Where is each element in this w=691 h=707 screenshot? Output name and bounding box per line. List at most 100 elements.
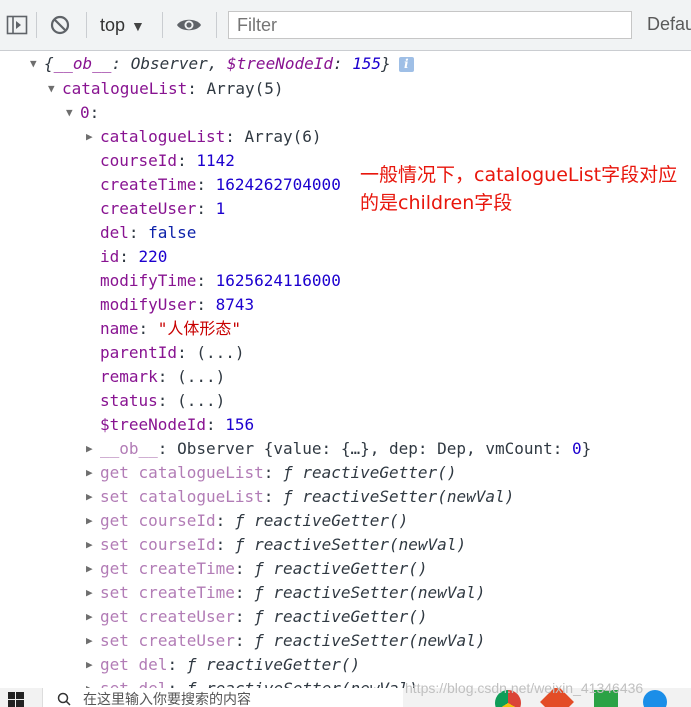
property-value: "人体形态" xyxy=(157,319,242,338)
accessor-row[interactable]: ▶ set createTime: ƒ reactiveSetter(newVal… xyxy=(86,581,485,605)
live-expression-eye-icon[interactable] xyxy=(176,14,202,36)
function-icon: ƒ xyxy=(234,535,245,554)
accessor-row[interactable]: ▶ set createUser: ƒ reactiveSetter(newVal… xyxy=(86,629,485,653)
property-key: catalogueList xyxy=(100,127,226,146)
accessor-key: catalogueList xyxy=(138,463,264,482)
accessor-row[interactable]: ▶ get createUser: ƒ reactiveGetter() xyxy=(86,605,428,629)
accessor-key: createUser xyxy=(138,631,235,650)
function-icon: ƒ xyxy=(254,559,264,578)
property-row: id: 220 xyxy=(100,247,168,266)
collapsed-triangle-icon[interactable]: ▶ xyxy=(86,677,100,688)
accessor-row[interactable]: ▶ get createTime: ƒ reactiveGetter() xyxy=(86,557,428,581)
property-row: $treeNodeId: 156 xyxy=(100,415,255,434)
lazy-getter-value[interactable]: (...) xyxy=(196,343,244,362)
root-val-treenode: 155 xyxy=(352,54,382,73)
lazy-getter-value[interactable]: (...) xyxy=(177,367,225,386)
toolbar-divider xyxy=(216,12,217,38)
filter-input[interactable] xyxy=(228,11,632,39)
collapsed-triangle-icon[interactable]: ▶ xyxy=(86,533,100,557)
accessor-row[interactable]: ▶ set catalogueList: ƒ reactiveSetter(new… xyxy=(86,485,514,509)
property-value: 156 xyxy=(225,415,255,434)
accessor-function: reactiveGetter() xyxy=(254,511,409,530)
sidebar-toggle-icon[interactable] xyxy=(6,14,28,36)
catalogue-key: catalogueList xyxy=(62,79,188,98)
catalogue-list-row[interactable]: ▼ catalogueList: Array(5) xyxy=(48,77,284,101)
observer-row[interactable]: ▶ __ob__: Observer {value: {…}, dep: Dep,… xyxy=(86,437,591,461)
accessor-function: reactiveSetter(newVal) xyxy=(273,583,486,602)
collapsed-triangle-icon[interactable]: ▶ xyxy=(86,509,100,533)
watermark: https://blog.csdn.net/weixin_41346436 xyxy=(405,680,644,696)
property-value: 220 xyxy=(138,247,168,266)
catalogue-type: Array(5) xyxy=(206,79,284,98)
property-row: createUser: 1 xyxy=(100,199,226,218)
accessor-row[interactable]: ▶ get courseId: ƒ reactiveGetter() xyxy=(86,509,408,533)
property-row: createTime: 1624262704000 xyxy=(100,175,341,194)
accessor-key: courseId xyxy=(138,511,216,530)
property-row[interactable]: parentId: (...) xyxy=(100,341,245,365)
property-value: 1624262704000 xyxy=(215,175,341,194)
root-val-ob: Observer xyxy=(130,54,208,73)
collapsed-triangle-icon[interactable]: ▶ xyxy=(86,485,100,509)
taskbar-search-placeholder: 在这里输入你要搜索的内容 xyxy=(83,692,251,707)
accessor-key: createUser xyxy=(138,607,235,626)
expand-triangle-icon[interactable]: ▼ xyxy=(66,101,80,125)
accessor-row[interactable]: ▶set del: ƒ reactiveSetter(newVal) xyxy=(86,677,418,688)
accessor-prefix: set xyxy=(100,535,129,554)
accessor-row[interactable]: ▶ get del: ƒ reactiveGetter() xyxy=(86,653,360,677)
info-icon[interactable]: i xyxy=(398,57,414,72)
dropdown-arrow-icon: ▼ xyxy=(131,18,145,34)
property-key: parentId xyxy=(100,343,178,362)
toolbar-divider xyxy=(86,12,87,38)
property-key: name xyxy=(100,319,139,338)
windows-start-icon[interactable] xyxy=(8,692,24,707)
collapsed-triangle-icon[interactable]: ▶ xyxy=(86,605,100,629)
expand-triangle-icon[interactable]: ▼ xyxy=(48,77,62,101)
observer-suffix: } xyxy=(581,439,592,458)
array-item-row[interactable]: ▼ 0: xyxy=(66,101,99,125)
collapsed-triangle-icon[interactable]: ▶ xyxy=(86,557,100,581)
collapsed-triangle-icon[interactable]: ▶ xyxy=(86,437,100,461)
property-value: Array(6) xyxy=(244,127,322,146)
property-row[interactable]: ▶ catalogueList: Array(6) xyxy=(86,125,322,149)
array-index: 0 xyxy=(80,103,90,122)
annotation-note: 一般情况下，catalogueList字段对应的是children字段 xyxy=(360,164,678,214)
function-icon: ƒ xyxy=(254,607,264,626)
toolbar-divider xyxy=(162,12,163,38)
property-value: 1142 xyxy=(196,151,235,170)
expand-triangle-icon[interactable]: ▼ xyxy=(30,52,44,76)
property-key: createUser xyxy=(100,199,197,218)
clear-console-icon[interactable] xyxy=(49,14,71,36)
accessor-row[interactable]: ▶ get catalogueList: ƒ reactiveGetter() xyxy=(86,461,456,485)
taskbar-search-box[interactable]: 在这里输入你要搜索的内容 xyxy=(42,688,403,707)
accessor-function: reactiveSetter(newVal) xyxy=(254,535,467,554)
property-value: 1 xyxy=(215,199,226,218)
property-key: status xyxy=(100,391,158,410)
context-label: top xyxy=(100,15,126,35)
console-toolbar: top ▼ Defau xyxy=(0,0,691,51)
accessor-key: del xyxy=(138,655,168,674)
collapsed-triangle-icon[interactable]: ▶ xyxy=(86,629,100,653)
collapsed-triangle-icon[interactable]: ▶ xyxy=(86,653,100,677)
browser-icon[interactable] xyxy=(643,690,667,707)
property-row[interactable]: remark: (...) xyxy=(100,365,225,389)
collapsed-triangle-icon[interactable]: ▶ xyxy=(86,581,100,605)
collapsed-triangle-icon[interactable]: ▶ xyxy=(86,125,100,149)
log-levels-dropdown[interactable]: Defau xyxy=(647,14,691,35)
property-key: id xyxy=(100,247,120,266)
property-key: courseId xyxy=(100,151,178,170)
accessor-prefix: set xyxy=(100,487,129,506)
accessor-key: del xyxy=(139,679,168,688)
property-row: name: "人体形态" xyxy=(100,319,242,338)
property-key: del xyxy=(100,223,129,242)
property-row[interactable]: status: (...) xyxy=(100,389,225,413)
function-icon: ƒ xyxy=(283,463,293,482)
collapsed-triangle-icon[interactable]: ▶ xyxy=(86,461,100,485)
context-selector[interactable]: top ▼ xyxy=(100,13,145,37)
lazy-getter-value[interactable]: (...) xyxy=(177,391,225,410)
accessor-prefix: get xyxy=(100,607,129,626)
accessor-prefix: set xyxy=(100,583,129,602)
accessor-row[interactable]: ▶ set courseId: ƒ reactiveSetter(newVal) xyxy=(86,533,466,557)
property-key: modifyTime xyxy=(100,271,197,290)
function-icon: ƒ xyxy=(187,679,197,688)
root-object-row[interactable]: ▼ {__ob__: Observer, $treeNodeId: 155} i xyxy=(30,52,414,76)
